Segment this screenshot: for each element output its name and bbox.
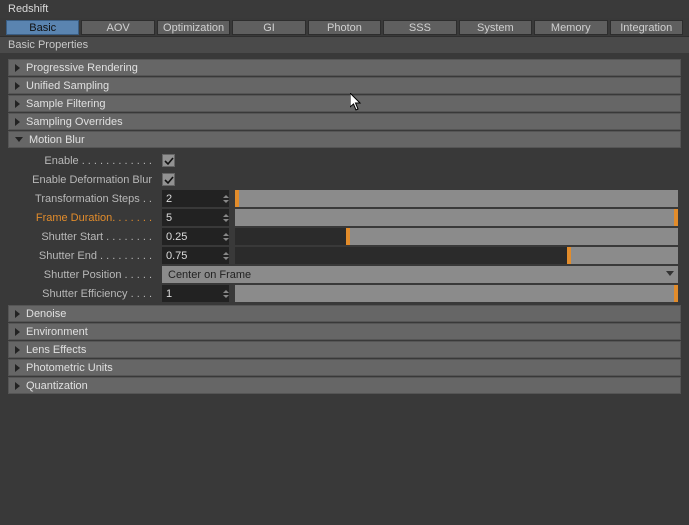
transformation-steps-spinner[interactable] (222, 190, 229, 207)
chevron-right-icon (15, 364, 20, 372)
group-progressive-rendering[interactable]: Progressive Rendering (8, 59, 681, 76)
shutter-start-spinner[interactable] (222, 228, 229, 245)
group-sample-filtering[interactable]: Sample Filtering (8, 95, 681, 112)
shutter-end-slider[interactable] (235, 247, 678, 264)
enable-deformation-checkbox[interactable] (162, 173, 175, 186)
chevron-right-icon (15, 346, 20, 354)
group-environment[interactable]: Environment (8, 323, 681, 340)
tab-memory[interactable]: Memory (534, 20, 607, 35)
group-label: Motion Blur (29, 134, 85, 146)
shutter-position-value: Center on Frame (168, 269, 251, 281)
tab-aov[interactable]: AOV (81, 20, 154, 35)
motion-blur-body: Enable . . . . . . . . . . . . Enable De… (8, 149, 681, 305)
frame-duration-spinner[interactable] (222, 209, 229, 226)
chevron-right-icon (15, 118, 20, 126)
shutter-efficiency-label: Shutter Efficiency . . . . (8, 288, 156, 300)
shutter-end-spinner[interactable] (222, 247, 229, 264)
shutter-end-input[interactable] (162, 247, 222, 264)
group-unified-sampling[interactable]: Unified Sampling (8, 77, 681, 94)
group-lens-effects[interactable]: Lens Effects (8, 341, 681, 358)
frame-duration-label: Frame Duration. . . . . . . (8, 212, 156, 224)
chevron-right-icon (15, 328, 20, 336)
group-quantization[interactable]: Quantization (8, 377, 681, 394)
shutter-efficiency-spinner[interactable] (222, 285, 229, 302)
group-label: Quantization (26, 380, 88, 392)
shutter-start-label: Shutter Start . . . . . . . . (8, 231, 156, 243)
properties-panel: Progressive Rendering Unified Sampling S… (0, 53, 689, 405)
group-label: Photometric Units (26, 362, 113, 374)
enable-label: Enable . . . . . . . . . . . . (8, 155, 156, 167)
tab-gi[interactable]: GI (232, 20, 305, 35)
group-label: Sampling Overrides (26, 116, 123, 128)
tab-system[interactable]: System (459, 20, 532, 35)
chevron-down-icon (666, 271, 674, 276)
window-title: Redshift (0, 0, 689, 18)
group-sampling-overrides[interactable]: Sampling Overrides (8, 113, 681, 130)
group-label: Progressive Rendering (26, 62, 138, 74)
shutter-efficiency-slider[interactable] (235, 285, 678, 302)
tab-integration[interactable]: Integration (610, 20, 683, 35)
frame-duration-slider[interactable] (235, 209, 678, 226)
transformation-steps-label: Transformation Steps . . (8, 193, 156, 205)
chevron-right-icon (15, 382, 20, 390)
enable-checkbox[interactable] (162, 154, 175, 167)
group-label: Unified Sampling (26, 80, 109, 92)
shutter-start-input[interactable] (162, 228, 222, 245)
group-label: Lens Effects (26, 344, 86, 356)
group-label: Denoise (26, 308, 66, 320)
tab-optimization[interactable]: Optimization (157, 20, 230, 35)
frame-duration-input[interactable] (162, 209, 222, 226)
group-motion-blur[interactable]: Motion Blur (8, 131, 681, 148)
chevron-right-icon (15, 100, 20, 108)
shutter-efficiency-input[interactable] (162, 285, 222, 302)
shutter-position-select[interactable]: Center on Frame (162, 266, 678, 283)
enable-deformation-label: Enable Deformation Blur (8, 174, 156, 186)
tab-sss[interactable]: SSS (383, 20, 456, 35)
chevron-right-icon (15, 82, 20, 90)
chevron-down-icon (15, 137, 23, 142)
group-label: Environment (26, 326, 88, 338)
transformation-steps-input[interactable] (162, 190, 222, 207)
chevron-right-icon (15, 64, 20, 72)
group-photometric-units[interactable]: Photometric Units (8, 359, 681, 376)
shutter-start-slider[interactable] (235, 228, 678, 245)
group-label: Sample Filtering (26, 98, 105, 110)
shutter-end-label: Shutter End . . . . . . . . . (8, 250, 156, 262)
transformation-steps-slider[interactable] (235, 190, 678, 207)
tab-basic[interactable]: Basic (6, 20, 79, 35)
tab-bar: Basic AOV Optimization GI Photon SSS Sys… (0, 18, 689, 36)
chevron-right-icon (15, 310, 20, 318)
shutter-position-label: Shutter Position . . . . . (8, 269, 156, 281)
section-header: Basic Properties (0, 36, 689, 53)
group-denoise[interactable]: Denoise (8, 305, 681, 322)
tab-photon[interactable]: Photon (308, 20, 381, 35)
